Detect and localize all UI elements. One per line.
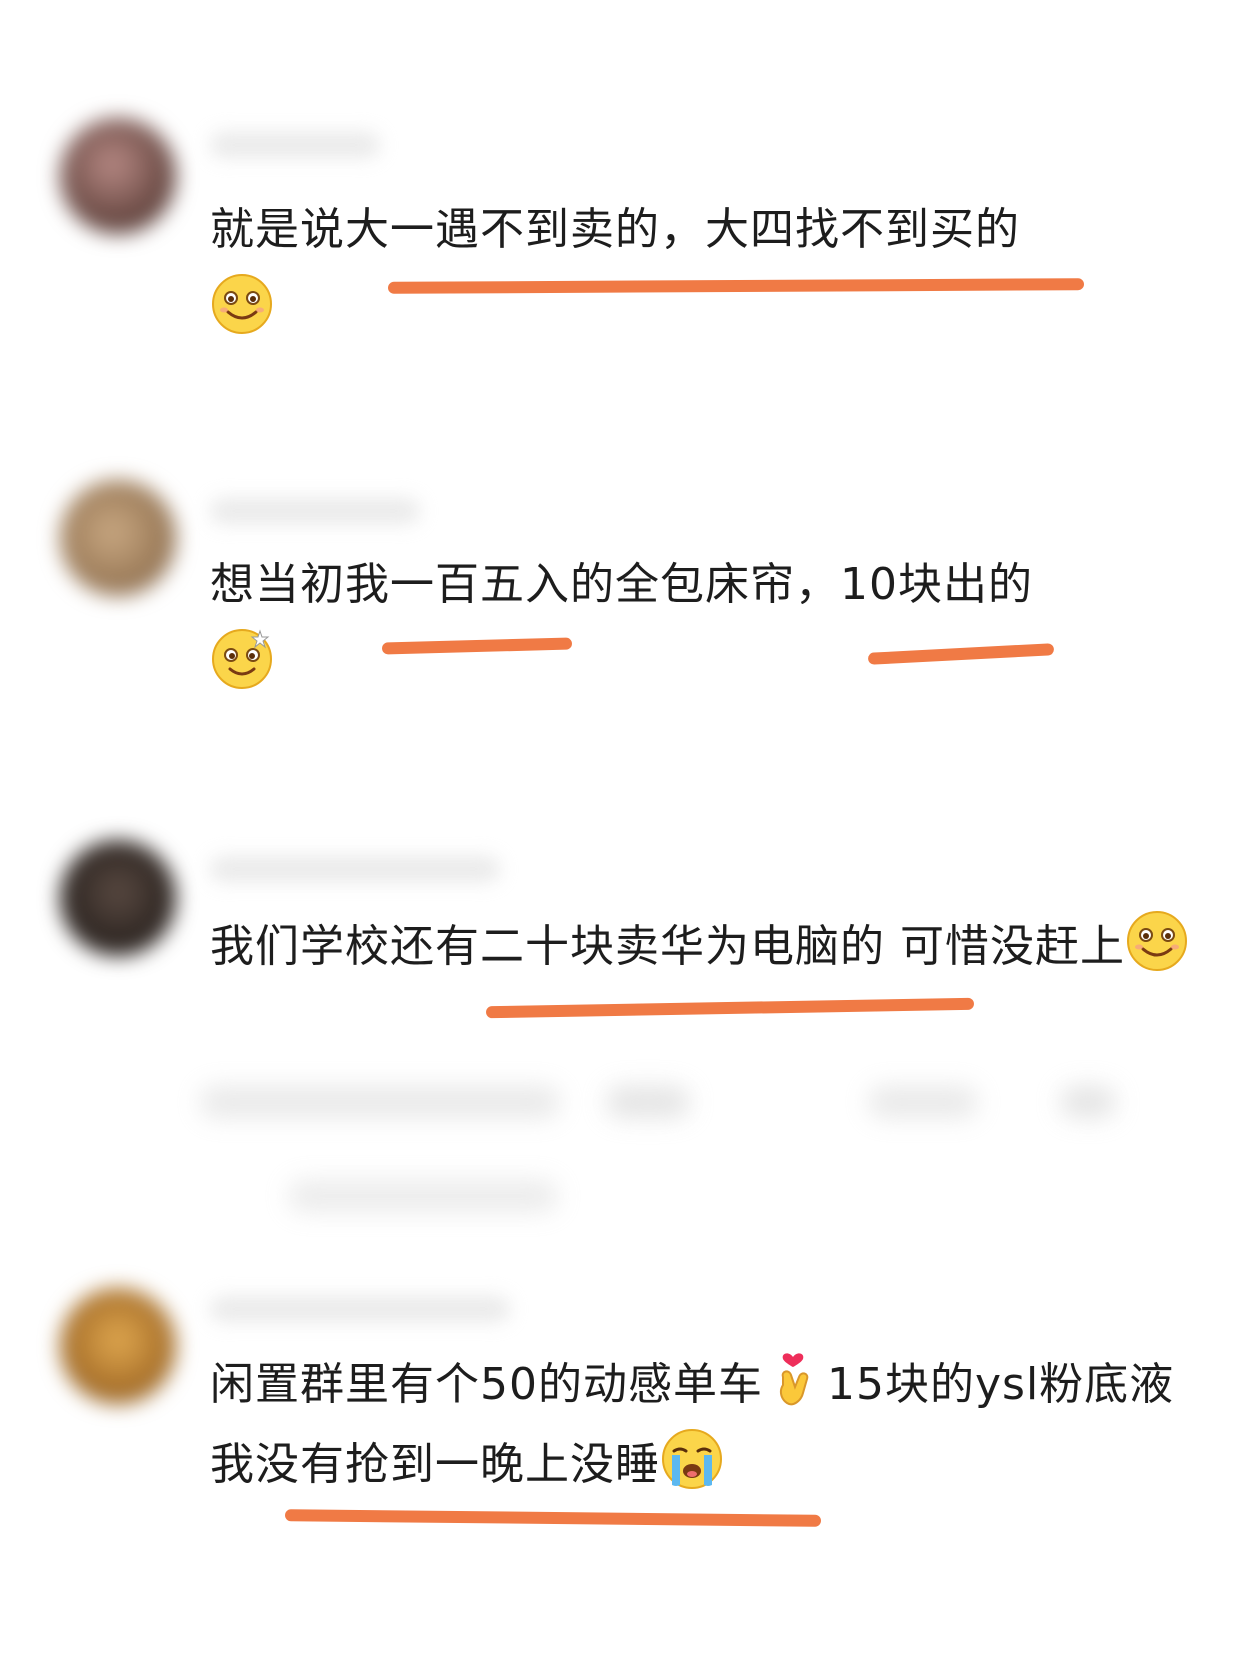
comment-meta-row bbox=[200, 1086, 560, 1118]
comment-text: 就是说大一遇不到卖的，大四找不到买的 bbox=[210, 190, 1200, 350]
username[interactable] bbox=[210, 1296, 510, 1322]
smiling-face-emoji-icon bbox=[1127, 911, 1187, 971]
comment-text-content-part1: 闲置群里有个50的动感单车 bbox=[210, 1359, 763, 1410]
comment-text-content: 我们学校还有二十块卖华为电脑的 可惜没赶上 bbox=[210, 921, 1125, 972]
dislike-button[interactable] bbox=[1060, 1086, 1116, 1118]
smiling-face-emoji-icon bbox=[212, 274, 272, 334]
comment-text: 闲置群里有个50的动感单车 15块的ysl粉底液我没有抢到一晚上没睡 bbox=[210, 1345, 1200, 1505]
highlight-underline bbox=[485, 997, 975, 1019]
dizzy-face-emoji-icon bbox=[212, 629, 272, 689]
username[interactable] bbox=[210, 856, 500, 882]
username[interactable] bbox=[210, 132, 380, 158]
comment-text-content: 就是说大一遇不到卖的，大四找不到买的 bbox=[210, 204, 1020, 255]
avatar[interactable] bbox=[60, 1288, 176, 1404]
avatar[interactable] bbox=[60, 118, 176, 234]
avatar[interactable] bbox=[60, 480, 176, 596]
avatar[interactable] bbox=[60, 840, 176, 956]
finger-heart-emoji-icon bbox=[779, 1353, 809, 1406]
highlight-underline bbox=[284, 1509, 822, 1527]
comment-text-content: 想当初我一百五入的全包床帘，10块出的 bbox=[210, 559, 1033, 610]
comment-text: 想当初我一百五入的全包床帘，10块出的 bbox=[210, 545, 1200, 705]
loudly-crying-emoji-icon bbox=[662, 1429, 722, 1489]
reply-button[interactable] bbox=[606, 1086, 690, 1118]
comment-text: 我们学校还有二十块卖华为电脑的 可惜没赶上 bbox=[210, 907, 1200, 987]
username[interactable] bbox=[210, 498, 420, 524]
expand-replies-link[interactable] bbox=[288, 1180, 558, 1212]
like-button[interactable] bbox=[868, 1086, 978, 1118]
